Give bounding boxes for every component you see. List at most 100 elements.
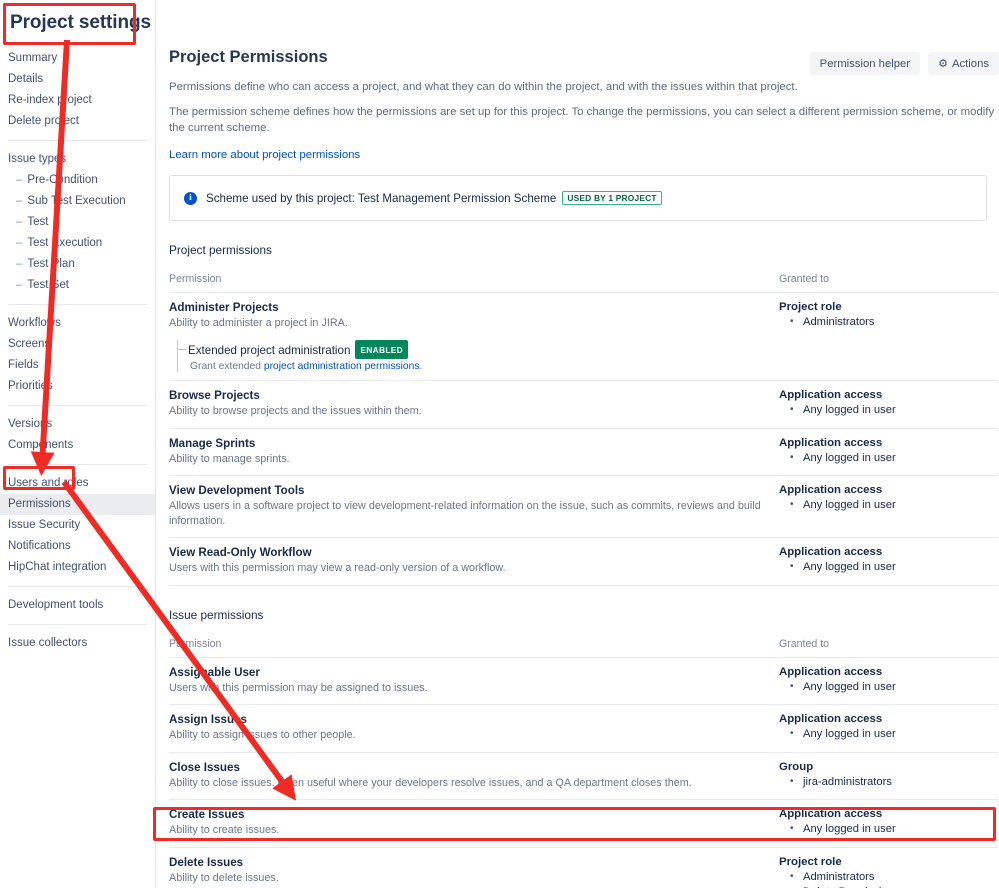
permissions-table: Permission Granted to Administer Projects A… bbox=[169, 273, 998, 586]
sidebar-divider bbox=[8, 586, 147, 587]
sidebar-item-permissions[interactable]: Permissions bbox=[0, 494, 155, 515]
permission-cell: Assign Issues Ability to assign issues to… bbox=[169, 712, 779, 744]
table-row[interactable]: View Read-Only Workflow Users with this p… bbox=[169, 538, 998, 586]
table-row[interactable]: View Development Tools Allows users in a … bbox=[169, 476, 998, 538]
sidebar-item-test-plan[interactable]: Test Plan bbox=[0, 254, 155, 275]
grant-group: Project roleAdministratorsDelete Permiss… bbox=[779, 855, 998, 888]
permission-cell: View Development Tools Allows users in a … bbox=[169, 483, 779, 529]
permission-description: Ability to close issues. Often useful wh… bbox=[169, 776, 692, 789]
column-header-permission: Permission bbox=[169, 273, 222, 285]
permission-description: Ability to manage sprints. bbox=[169, 452, 290, 465]
sidebar-item-issue-collectors[interactable]: Issue collectors bbox=[0, 633, 155, 654]
grant-value: Any logged in user bbox=[779, 450, 998, 467]
column-header-granted-to: Granted to bbox=[779, 637, 830, 650]
table-row[interactable]: Delete Issues Ability to delete issues. Pr… bbox=[169, 848, 998, 888]
section-title: Project permissions bbox=[169, 243, 272, 257]
header-actions: Permission helper ⚙ Actions bbox=[809, 52, 999, 75]
grant-value: Administrators bbox=[779, 869, 998, 886]
permission-description: Users with this permission may view a re… bbox=[169, 562, 506, 574]
permissions-table: Permission Granted to Assignable User Users… bbox=[169, 638, 998, 888]
sidebar-item-issue-security[interactable]: Issue Security bbox=[0, 515, 155, 536]
permission-cell: Delete Issues Ability to delete issues. bbox=[169, 855, 779, 888]
actions-button[interactable]: ⚙ Actions bbox=[928, 52, 999, 75]
granted-to-cell: Project roleAdministrators bbox=[779, 300, 998, 372]
grant-value: Any logged in user bbox=[779, 821, 998, 838]
sub-permission-name: Extended project administration ENABLED bbox=[188, 340, 779, 359]
sidebar-divider bbox=[8, 405, 147, 406]
sidebar-divider bbox=[8, 464, 147, 465]
sidebar-item-screens[interactable]: Screens bbox=[0, 334, 155, 355]
grant-type: Application access bbox=[779, 484, 883, 496]
sidebar-item-re-index-project[interactable]: Re-index project bbox=[0, 90, 155, 111]
grant-value: Administrators bbox=[779, 314, 998, 331]
sidebar-item-priorities[interactable]: Priorities bbox=[0, 376, 155, 397]
grant-group: Application accessAny logged in user bbox=[779, 712, 998, 743]
sidebar-item-issue-types[interactable]: Issue types bbox=[0, 149, 155, 170]
sidebar-item-summary[interactable]: Summary bbox=[0, 48, 155, 69]
sidebar-item-hipchat-integration[interactable]: HipChat integration bbox=[0, 557, 155, 578]
sidebar-item-details[interactable]: Details bbox=[0, 69, 155, 90]
permission-cell: Administer Projects Ability to administer… bbox=[169, 300, 779, 372]
permission-name: Assign Issues bbox=[169, 713, 247, 726]
column-header-granted-to: Granted to bbox=[779, 273, 830, 285]
permission-name: Manage Sprints bbox=[169, 436, 256, 450]
sidebar-item-pre-condition[interactable]: Pre-Condition bbox=[0, 170, 155, 191]
permission-description: Ability to assign issues to other people… bbox=[169, 729, 356, 741]
sidebar-item-fields[interactable]: Fields bbox=[0, 355, 155, 376]
table-row[interactable]: Browse Projects Ability to browse project… bbox=[169, 381, 998, 429]
banner-text: Scheme used by this project: Test Manage… bbox=[206, 191, 662, 205]
permission-cell: Create Issues Ability to create issues. bbox=[169, 807, 779, 839]
intro-paragraph-2: The permission scheme defines how the pe… bbox=[169, 106, 995, 134]
granted-to-cell: Application accessAny logged in user bbox=[779, 483, 998, 529]
permission-name: Browse Projects bbox=[169, 389, 260, 402]
sidebar-item-test[interactable]: Test bbox=[0, 212, 155, 233]
permission-name: View Read-Only Workflow bbox=[169, 546, 312, 559]
grant-value: Any logged in user bbox=[779, 726, 998, 743]
banner-message: Scheme used by this project: Test Manage… bbox=[206, 192, 557, 205]
sidebar-item-test-execution[interactable]: Test Execution bbox=[0, 233, 155, 254]
sidebar-item-sub-test-execution[interactable]: Sub Test Execution bbox=[0, 191, 155, 212]
sidebar-divider bbox=[8, 304, 147, 305]
permission-description: Allows users in a software project to vi… bbox=[169, 500, 761, 527]
enabled-badge: ENABLED bbox=[355, 340, 408, 359]
permission-cell: Manage Sprints Ability to manage sprints. bbox=[169, 436, 779, 468]
sidebar-divider bbox=[8, 140, 147, 141]
project-administration-permissions-link[interactable]: project administration permissions bbox=[264, 361, 420, 372]
sidebar-item-versions[interactable]: Versions bbox=[0, 414, 155, 435]
table-row[interactable]: Manage Sprints Ability to manage sprints.… bbox=[169, 429, 998, 476]
sidebar-item-test-set[interactable]: Test Set bbox=[0, 275, 155, 296]
granted-to-cell: Application accessAny logged in user bbox=[779, 545, 998, 577]
table-row[interactable]: Close Issues Ability to close issues. Oft… bbox=[169, 753, 998, 800]
grant-type: Application access bbox=[779, 665, 883, 678]
permission-description: Users with this permission may be assign… bbox=[169, 681, 428, 694]
learn-more-link[interactable]: Learn more about project permissions bbox=[169, 149, 360, 161]
grant-value: Any logged in user bbox=[779, 402, 998, 419]
table-row[interactable]: Administer Projects Ability to administer… bbox=[169, 293, 998, 381]
table-row[interactable]: Assignable User Users with this permissio… bbox=[169, 658, 998, 705]
grant-type: Application access bbox=[779, 546, 883, 558]
permission-name: Assignable User bbox=[169, 665, 260, 679]
intro-paragraph-1: Permissions define who can access a proj… bbox=[169, 81, 798, 93]
sidebar-item-notifications[interactable]: Notifications bbox=[0, 536, 155, 557]
granted-to-cell: Application accessAny logged in user bbox=[779, 712, 998, 744]
sidebar-item-users-and-roles[interactable]: Users and roles bbox=[0, 473, 155, 494]
grant-value: Any logged in user bbox=[779, 497, 998, 514]
permissions-sections: Project permissions Permission Granted to A… bbox=[169, 243, 999, 888]
table-row[interactable]: Assign Issues Ability to assign issues to… bbox=[169, 705, 998, 753]
grant-value: Any logged in user bbox=[779, 679, 998, 696]
permission-name: Delete Issues bbox=[169, 855, 244, 869]
sidebar-item-components[interactable]: Components bbox=[0, 435, 155, 456]
sidebar-item-workflows[interactable]: Workflows bbox=[0, 313, 155, 334]
grant-value: Any logged in user bbox=[779, 559, 998, 576]
permission-name: Administer Projects bbox=[169, 301, 279, 314]
grant-type: Project role bbox=[779, 301, 842, 313]
permission-description: Ability to administer a project in JIRA. bbox=[169, 317, 348, 329]
grant-type: Application access bbox=[779, 389, 883, 401]
sidebar-item-delete-project[interactable]: Delete project bbox=[0, 111, 155, 132]
table-row[interactable]: Create Issues Ability to create issues. Ap… bbox=[169, 800, 998, 848]
sidebar-item-development-tools[interactable]: Development tools bbox=[0, 595, 155, 616]
grant-type: Group bbox=[779, 760, 814, 773]
permission-helper-button[interactable]: Permission helper bbox=[809, 52, 921, 75]
info-icon: i bbox=[184, 191, 197, 205]
permission-cell: Browse Projects Ability to browse project… bbox=[169, 388, 779, 420]
